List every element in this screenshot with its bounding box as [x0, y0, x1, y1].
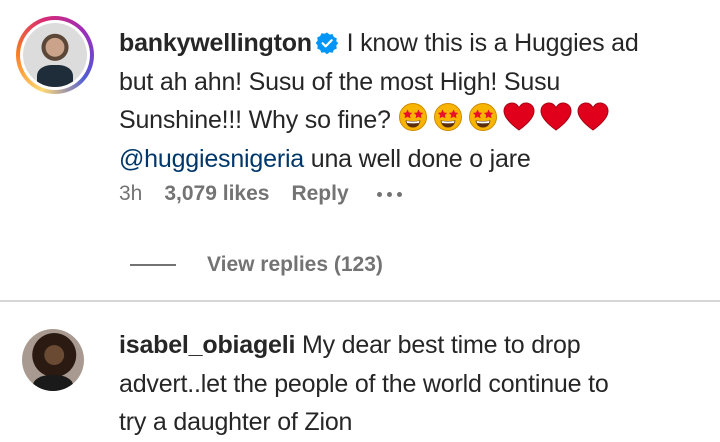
- username[interactable]: isabel_obiageli: [119, 331, 295, 359]
- comment-text-line2: but ah ahn! Susu of the most High! Susu: [119, 67, 561, 96]
- emoji-row: [398, 102, 614, 134]
- avatar: [22, 329, 84, 391]
- comment-body: isabel_obiageli My dear best time to dro…: [119, 326, 709, 442]
- red-heart-emoji-icon: [502, 102, 535, 131]
- comment-text-line3: Sunshine!!! Why so fine?: [119, 106, 391, 134]
- red-heart-emoji-icon: [576, 102, 609, 131]
- comment-text-line3: try a daughter of Zion: [119, 408, 353, 436]
- comment-meta: 3h 3,079 likes Reply: [119, 182, 402, 206]
- avatar: [23, 23, 87, 87]
- section-divider: [0, 300, 720, 302]
- star-struck-emoji-icon: [468, 103, 497, 131]
- replies-divider-line: [130, 264, 176, 266]
- comment-text-line1: I know this is a Huggies ad: [346, 29, 639, 57]
- username[interactable]: bankywellington: [119, 29, 312, 57]
- comment-body: bankywellington I know this is a Huggies…: [119, 24, 709, 178]
- comment-text-line4: una well done o jare: [304, 144, 531, 173]
- comment-text-line3-wrap: Sunshine!!! Why so fine?: [119, 101, 709, 140]
- avatar-story-ring[interactable]: [16, 16, 94, 94]
- timestamp[interactable]: 3h: [119, 182, 142, 206]
- mention-link[interactable]: @huggiesnigeria: [119, 145, 304, 173]
- verified-badge-icon: [315, 32, 338, 54]
- reply-button[interactable]: Reply: [291, 182, 348, 206]
- comment-text-line2: advert..let the people of the world cont…: [119, 369, 609, 398]
- view-replies-label: View replies (123): [207, 253, 383, 276]
- view-replies-button[interactable]: View replies (123): [130, 253, 383, 277]
- star-struck-emoji-icon: [433, 103, 462, 131]
- likes-count[interactable]: 3,079 likes: [164, 182, 269, 206]
- avatar-wrap[interactable]: [22, 329, 84, 391]
- red-heart-emoji-icon: [539, 102, 572, 131]
- more-options-icon[interactable]: [376, 191, 402, 197]
- star-struck-emoji-icon: [398, 103, 427, 131]
- comment-text-line1: My dear best time to drop: [302, 331, 581, 359]
